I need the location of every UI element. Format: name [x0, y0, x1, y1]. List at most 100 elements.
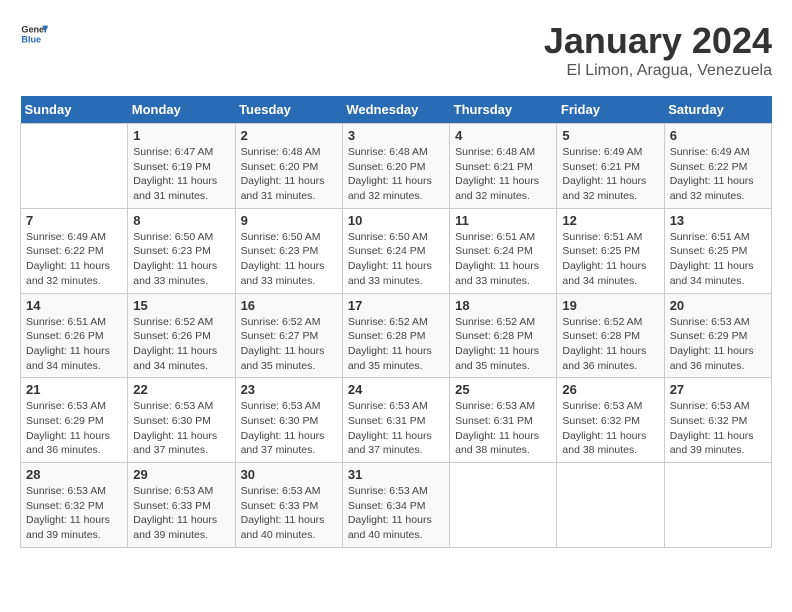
calendar-cell: 14 Sunrise: 6:51 AM Sunset: 6:26 PM Dayli… — [21, 293, 128, 378]
day-number: 25 — [455, 382, 551, 397]
day-detail: Sunrise: 6:53 AM Sunset: 6:29 PM Dayligh… — [670, 315, 766, 374]
week-row-3: 14 Sunrise: 6:51 AM Sunset: 6:26 PM Dayli… — [21, 293, 772, 378]
day-header-sunday: Sunday — [21, 96, 128, 124]
day-number: 16 — [241, 298, 337, 313]
day-header-friday: Friday — [557, 96, 664, 124]
day-number: 20 — [670, 298, 766, 313]
day-detail: Sunrise: 6:49 AM Sunset: 6:22 PM Dayligh… — [670, 145, 766, 204]
calendar-cell: 12Sunrise: 6:51 AM Sunset: 6:25 PM Dayli… — [557, 208, 664, 293]
day-detail: Sunrise: 6:49 AM Sunset: 6:21 PM Dayligh… — [562, 145, 658, 204]
calendar-cell: 11 Sunrise: 6:51 AM Sunset: 6:24 PM Dayli… — [450, 208, 557, 293]
day-number: 8 — [133, 213, 229, 228]
calendar-cell: 1 Sunrise: 6:47 AM Sunset: 6:19 PM Daylig… — [128, 124, 235, 209]
day-detail: Sunrise: 6:53 AM Sunset: 6:32 PM Dayligh… — [26, 484, 122, 543]
header-row: SundayMondayTuesdayWednesdayThursdayFrid… — [21, 96, 772, 124]
day-detail: Sunrise: 6:53 AM Sunset: 6:31 PM Dayligh… — [348, 399, 444, 458]
day-number: 28 — [26, 467, 122, 482]
calendar-cell: 20 Sunrise: 6:53 AM Sunset: 6:29 PM Dayli… — [664, 293, 771, 378]
page-header: General Blue January 2024 El Limon, Arag… — [20, 20, 772, 80]
calendar-cell: 17Sunrise: 6:52 AM Sunset: 6:28 PM Dayli… — [342, 293, 449, 378]
logo: General Blue — [20, 20, 48, 48]
calendar-subtitle: El Limon, Aragua, Venezuela — [544, 62, 772, 80]
calendar-cell: 6 Sunrise: 6:49 AM Sunset: 6:22 PM Daylig… — [664, 124, 771, 209]
week-row-5: 28 Sunrise: 6:53 AM Sunset: 6:32 PM Dayli… — [21, 463, 772, 548]
calendar-cell: 30 Sunrise: 6:53 AM Sunset: 6:33 PM Dayli… — [235, 463, 342, 548]
day-detail: Sunrise: 6:49 AM Sunset: 6:22 PM Dayligh… — [26, 230, 122, 289]
day-detail: Sunrise: 6:52 AM Sunset: 6:28 PM Dayligh… — [348, 315, 444, 374]
calendar-cell: 3 Sunrise: 6:48 AM Sunset: 6:20 PM Daylig… — [342, 124, 449, 209]
calendar-cell: 7 Sunrise: 6:49 AM Sunset: 6:22 PM Daylig… — [21, 208, 128, 293]
day-detail: Sunrise: 6:48 AM Sunset: 6:20 PM Dayligh… — [241, 145, 337, 204]
day-number: 2 — [241, 128, 337, 143]
day-number: 21 — [26, 382, 122, 397]
day-number: 26 — [562, 382, 658, 397]
calendar-cell: 5 Sunrise: 6:49 AM Sunset: 6:21 PM Daylig… — [557, 124, 664, 209]
day-header-monday: Monday — [128, 96, 235, 124]
calendar-cell: 2 Sunrise: 6:48 AM Sunset: 6:20 PM Daylig… — [235, 124, 342, 209]
day-detail: Sunrise: 6:47 AM Sunset: 6:19 PM Dayligh… — [133, 145, 229, 204]
calendar-cell: 19Sunrise: 6:52 AM Sunset: 6:28 PM Dayli… — [557, 293, 664, 378]
day-number: 30 — [241, 467, 337, 482]
calendar-cell — [664, 463, 771, 548]
calendar-cell — [21, 124, 128, 209]
day-detail: Sunrise: 6:52 AM Sunset: 6:27 PM Dayligh… — [241, 315, 337, 374]
day-detail: Sunrise: 6:48 AM Sunset: 6:20 PM Dayligh… — [348, 145, 444, 204]
day-number: 5 — [562, 128, 658, 143]
day-number: 13 — [670, 213, 766, 228]
day-detail: Sunrise: 6:53 AM Sunset: 6:29 PM Dayligh… — [26, 399, 122, 458]
calendar-title: January 2024 — [544, 20, 772, 62]
calendar-cell: 31 Sunrise: 6:53 AM Sunset: 6:34 PM Dayli… — [342, 463, 449, 548]
calendar-cell — [450, 463, 557, 548]
day-detail: Sunrise: 6:51 AM Sunset: 6:25 PM Dayligh… — [670, 230, 766, 289]
calendar-cell: 29 Sunrise: 6:53 AM Sunset: 6:33 PM Dayli… — [128, 463, 235, 548]
day-detail: Sunrise: 6:53 AM Sunset: 6:34 PM Dayligh… — [348, 484, 444, 543]
day-number: 6 — [670, 128, 766, 143]
svg-text:Blue: Blue — [21, 34, 41, 44]
day-number: 3 — [348, 128, 444, 143]
day-detail: Sunrise: 6:53 AM Sunset: 6:30 PM Dayligh… — [133, 399, 229, 458]
week-row-2: 7 Sunrise: 6:49 AM Sunset: 6:22 PM Daylig… — [21, 208, 772, 293]
calendar-cell: 23Sunrise: 6:53 AM Sunset: 6:30 PM Dayli… — [235, 378, 342, 463]
title-block: January 2024 El Limon, Aragua, Venezuela — [544, 20, 772, 80]
day-number: 23 — [241, 382, 337, 397]
calendar-cell: 8 Sunrise: 6:50 AM Sunset: 6:23 PM Daylig… — [128, 208, 235, 293]
day-number: 14 — [26, 298, 122, 313]
day-number: 29 — [133, 467, 229, 482]
calendar-cell: 18Sunrise: 6:52 AM Sunset: 6:28 PM Dayli… — [450, 293, 557, 378]
day-detail: Sunrise: 6:50 AM Sunset: 6:23 PM Dayligh… — [133, 230, 229, 289]
day-detail: Sunrise: 6:53 AM Sunset: 6:32 PM Dayligh… — [670, 399, 766, 458]
day-detail: Sunrise: 6:48 AM Sunset: 6:21 PM Dayligh… — [455, 145, 551, 204]
day-header-thursday: Thursday — [450, 96, 557, 124]
calendar-cell — [557, 463, 664, 548]
day-detail: Sunrise: 6:53 AM Sunset: 6:33 PM Dayligh… — [133, 484, 229, 543]
day-number: 1 — [133, 128, 229, 143]
day-header-tuesday: Tuesday — [235, 96, 342, 124]
day-number: 11 — [455, 213, 551, 228]
day-detail: Sunrise: 6:53 AM Sunset: 6:31 PM Dayligh… — [455, 399, 551, 458]
calendar-cell: 24Sunrise: 6:53 AM Sunset: 6:31 PM Dayli… — [342, 378, 449, 463]
day-number: 31 — [348, 467, 444, 482]
calendar-cell: 26 Sunrise: 6:53 AM Sunset: 6:32 PM Dayli… — [557, 378, 664, 463]
week-row-4: 21 Sunrise: 6:53 AM Sunset: 6:29 PM Dayli… — [21, 378, 772, 463]
day-number: 19 — [562, 298, 658, 313]
day-detail: Sunrise: 6:51 AM Sunset: 6:24 PM Dayligh… — [455, 230, 551, 289]
calendar-cell: 10Sunrise: 6:50 AM Sunset: 6:24 PM Dayli… — [342, 208, 449, 293]
day-detail: Sunrise: 6:53 AM Sunset: 6:33 PM Dayligh… — [241, 484, 337, 543]
calendar-cell: 25 Sunrise: 6:53 AM Sunset: 6:31 PM Dayli… — [450, 378, 557, 463]
calendar-cell: 28 Sunrise: 6:53 AM Sunset: 6:32 PM Dayli… — [21, 463, 128, 548]
calendar-cell: 4 Sunrise: 6:48 AM Sunset: 6:21 PM Daylig… — [450, 124, 557, 209]
calendar-table: SundayMondayTuesdayWednesdayThursdayFrid… — [20, 96, 772, 548]
day-detail: Sunrise: 6:52 AM Sunset: 6:28 PM Dayligh… — [455, 315, 551, 374]
day-number: 22 — [133, 382, 229, 397]
day-detail: Sunrise: 6:50 AM Sunset: 6:23 PM Dayligh… — [241, 230, 337, 289]
day-header-wednesday: Wednesday — [342, 96, 449, 124]
day-number: 4 — [455, 128, 551, 143]
day-detail: Sunrise: 6:53 AM Sunset: 6:32 PM Dayligh… — [562, 399, 658, 458]
day-number: 15 — [133, 298, 229, 313]
calendar-cell: 27Sunrise: 6:53 AM Sunset: 6:32 PM Dayli… — [664, 378, 771, 463]
calendar-cell: 21 Sunrise: 6:53 AM Sunset: 6:29 PM Dayli… — [21, 378, 128, 463]
day-number: 7 — [26, 213, 122, 228]
logo-icon: General Blue — [20, 20, 48, 48]
day-detail: Sunrise: 6:51 AM Sunset: 6:26 PM Dayligh… — [26, 315, 122, 374]
week-row-1: 1 Sunrise: 6:47 AM Sunset: 6:19 PM Daylig… — [21, 124, 772, 209]
